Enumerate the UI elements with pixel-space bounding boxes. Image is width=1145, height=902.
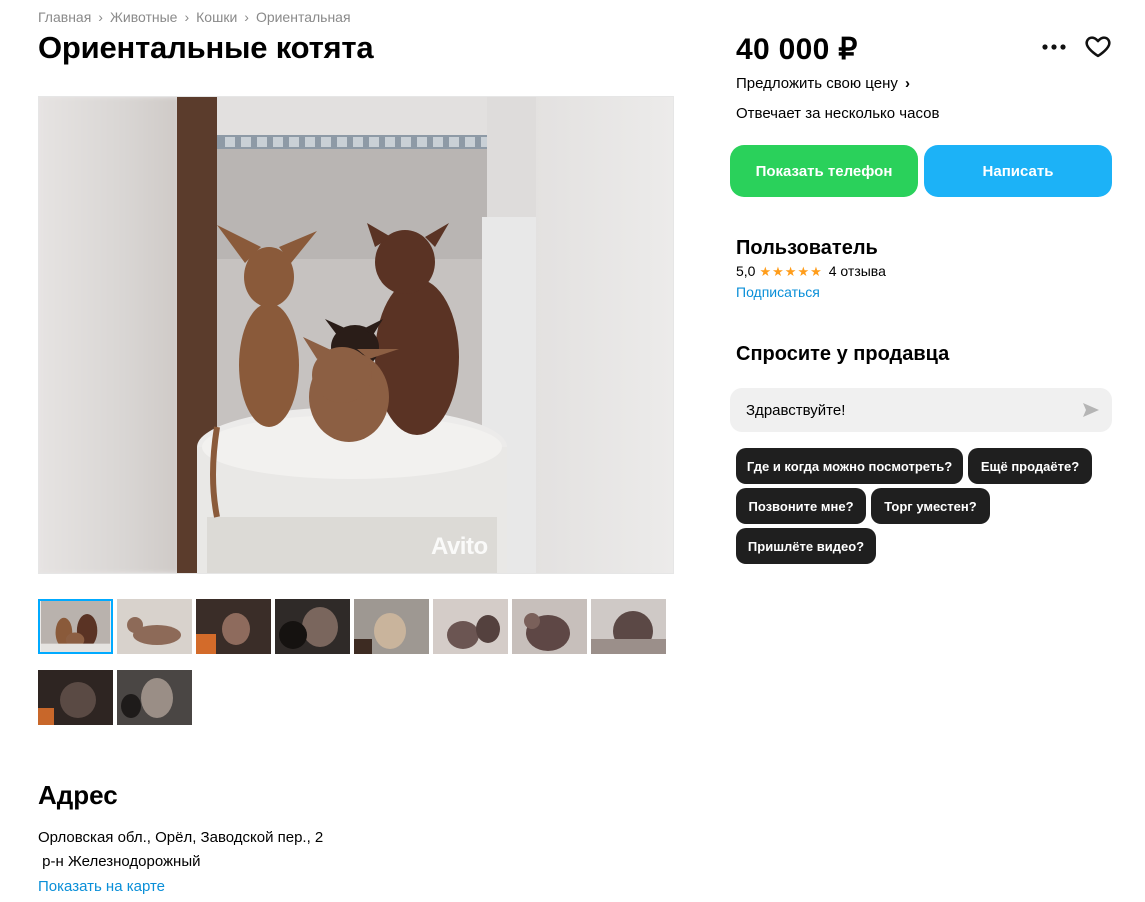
subscribe-link[interactable]: Подписаться [736, 284, 820, 300]
rating-stars: ★ ★ ★ ★ ★ [759, 265, 822, 278]
star-icon: ★ [759, 263, 772, 279]
kittens-photo [177, 97, 536, 573]
message-box [730, 388, 1112, 432]
thumbnail-2[interactable] [117, 599, 192, 654]
reply-time: Отвечает за несколько часов [736, 105, 940, 122]
thumbnail-10[interactable] [117, 670, 192, 725]
price: 40 000 ₽ [736, 33, 858, 66]
seller-rating: 5,0 ★ ★ ★ ★ ★ 4 отзыва [736, 263, 886, 279]
quick-question-send-video[interactable]: Пришлёте видео? [736, 528, 876, 564]
thumbnail-8[interactable] [591, 599, 666, 654]
breadcrumb-cats[interactable]: Кошки [196, 9, 237, 25]
chevron-right-icon: › [184, 9, 190, 25]
quick-question-bargain[interactable]: Торг уместен? [871, 488, 990, 524]
address-heading: Адрес [38, 780, 118, 810]
chevron-right-icon: › [98, 9, 103, 25]
breadcrumb-oriental[interactable]: Ориентальная [256, 9, 351, 25]
thumbnail-9[interactable] [38, 670, 113, 725]
district-line: р-н Железнодорожный [38, 853, 201, 870]
photo-blur-right [533, 97, 673, 573]
offer-price-label: Предложить свою цену [736, 75, 898, 92]
thumbnail-1[interactable] [38, 599, 113, 654]
write-message-button[interactable]: Написать [924, 145, 1112, 197]
show-on-map-link[interactable]: Показать на карте [38, 878, 165, 895]
address-line: Орловская обл., Орёл, Заводской пер., 2 [38, 829, 324, 846]
star-icon: ★ [772, 263, 784, 279]
show-phone-button[interactable]: Показать телефон [730, 145, 918, 197]
star-icon: ★ [797, 263, 810, 279]
star-icon: ★ [810, 263, 822, 279]
thumbnail-7[interactable] [512, 599, 587, 654]
chevron-right-icon: › [905, 75, 911, 92]
quick-question-where-when[interactable]: Где и когда можно посмотреть? [736, 448, 963, 484]
quick-question-call-me[interactable]: Позвоните мне? [736, 488, 866, 524]
thumbnail-4[interactable] [275, 599, 350, 654]
heart-icon[interactable] [1084, 32, 1112, 60]
send-icon[interactable] [1082, 401, 1100, 419]
thumbnail-5[interactable] [354, 599, 429, 654]
breadcrumb: Главная › Животные › Кошки › Ориентальна… [38, 9, 351, 25]
avito-watermark: Avito [431, 533, 488, 560]
more-dots-icon[interactable] [1040, 35, 1068, 59]
rating-value: 5,0 [736, 263, 756, 279]
offer-price-link[interactable]: Предложить свою цену › [736, 75, 910, 92]
breadcrumb-animals[interactable]: Животные [110, 9, 178, 25]
page-title: Ориентальные котята [38, 30, 374, 65]
chevron-right-icon: › [244, 9, 249, 25]
main-photo[interactable]: Avito [38, 96, 674, 574]
quick-question-still-selling[interactable]: Ещё продаёте? [968, 448, 1092, 484]
star-icon: ★ [784, 263, 797, 279]
photo-blur-left [39, 97, 179, 573]
seller-name[interactable]: Пользователь [736, 237, 878, 260]
thumbnail-6[interactable] [433, 599, 508, 654]
message-input[interactable] [746, 401, 1066, 419]
breadcrumb-home[interactable]: Главная [38, 9, 91, 25]
reviews-link[interactable]: 4 отзыва [829, 263, 886, 279]
ask-seller-heading: Спросите у продавца [736, 343, 950, 365]
thumbnail-3[interactable] [196, 599, 271, 654]
